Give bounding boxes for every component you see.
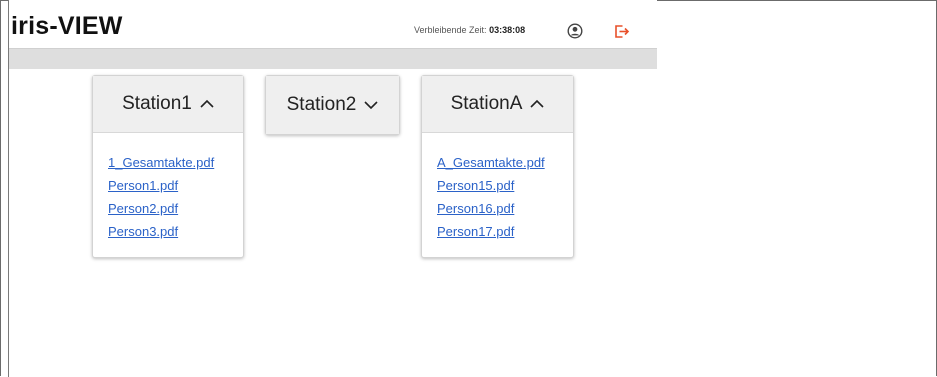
app-header: iris-VIEW Verbleibende Zeit: 03:38:08 bbox=[9, 0, 657, 48]
user-circle-icon[interactable] bbox=[567, 23, 583, 39]
station-header-stationa[interactable]: StationA bbox=[422, 76, 573, 133]
station-title: Station2 bbox=[286, 94, 357, 115]
file-link[interactable]: Person17.pdf bbox=[437, 220, 573, 243]
timer-value: 03:38:08 bbox=[489, 25, 526, 35]
chevron-up-icon bbox=[530, 99, 544, 109]
file-link[interactable]: Person16.pdf bbox=[437, 197, 573, 220]
station-card-stationa: StationA A_Gesamtakte.pdf Person15.pdf P… bbox=[421, 75, 574, 258]
logout-icon[interactable] bbox=[613, 23, 630, 40]
file-link[interactable]: Person1.pdf bbox=[108, 174, 243, 197]
file-link[interactable]: Person3.pdf bbox=[108, 220, 243, 243]
file-list: A_Gesamtakte.pdf Person15.pdf Person16.p… bbox=[422, 133, 573, 243]
timer-label: Verbleibende Zeit: bbox=[414, 25, 487, 35]
station-card-station2: Station2 bbox=[265, 75, 400, 135]
chevron-down-icon bbox=[364, 100, 378, 110]
station-title: StationA bbox=[450, 93, 523, 114]
station-title: Station1 bbox=[122, 93, 192, 114]
station-header-station1[interactable]: Station1 bbox=[93, 76, 243, 133]
chevron-up-icon bbox=[200, 99, 214, 109]
station-card-station1: Station1 1_Gesamtakte.pdf Person1.pdf Pe… bbox=[92, 75, 244, 258]
file-list: 1_Gesamtakte.pdf Person1.pdf Person2.pdf… bbox=[93, 133, 243, 243]
file-link[interactable]: 1_Gesamtakte.pdf bbox=[108, 151, 243, 174]
file-link[interactable]: Person15.pdf bbox=[437, 174, 573, 197]
app-logo: iris-VIEW bbox=[11, 12, 123, 40]
file-link[interactable]: A_Gesamtakte.pdf bbox=[437, 151, 573, 174]
file-link[interactable]: Person2.pdf bbox=[108, 197, 243, 220]
remaining-time: Verbleibende Zeit: 03:38:08 bbox=[414, 25, 525, 35]
toolbar-bar bbox=[9, 48, 657, 69]
station-header-station2[interactable]: Station2 bbox=[266, 76, 399, 134]
